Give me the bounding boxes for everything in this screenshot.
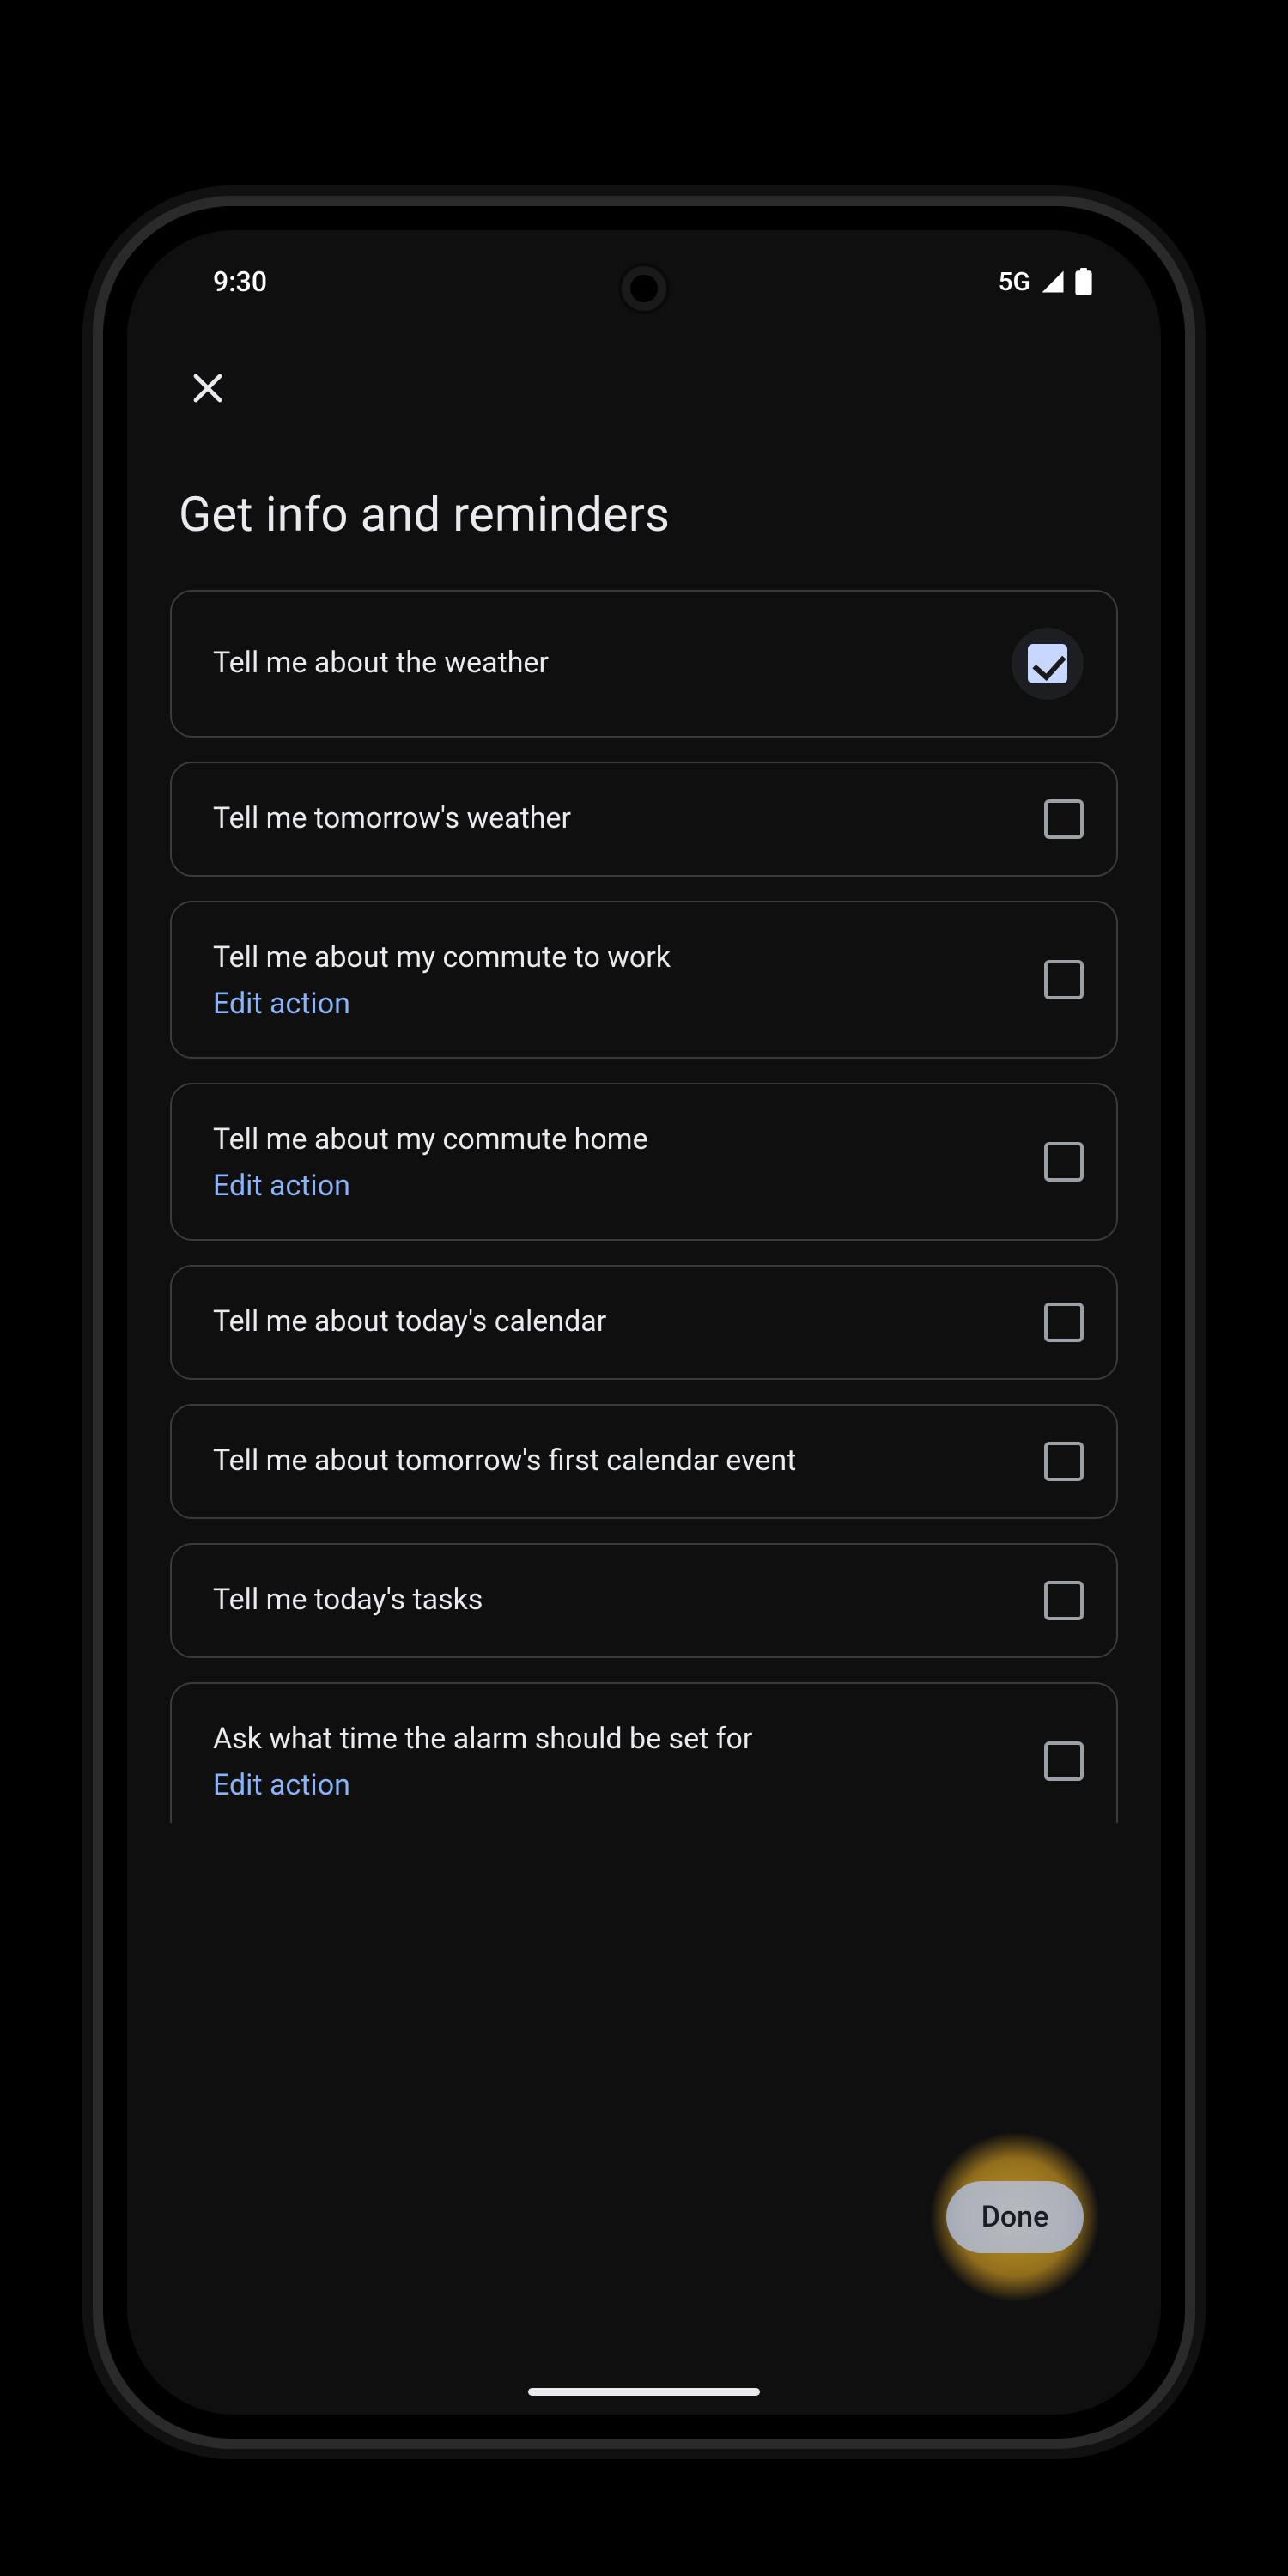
- options-list: Tell me about the weather Tell me tomorr…: [170, 590, 1118, 1823]
- signal-icon: [1039, 269, 1066, 295]
- network-label: 5G: [999, 267, 1031, 297]
- option-card-commute-work[interactable]: Tell me about my commute to work Edit ac…: [170, 901, 1118, 1059]
- nav-bar-pill[interactable]: [528, 2388, 760, 2396]
- close-icon: [187, 368, 228, 409]
- checkbox[interactable]: [1044, 799, 1084, 839]
- option-card-tomorrow-calendar[interactable]: Tell me about tomorrow's first calendar …: [170, 1404, 1118, 1519]
- status-time: 9:30: [213, 265, 267, 298]
- done-button-wrap: Done: [929, 2131, 1101, 2303]
- close-button[interactable]: [187, 368, 228, 409]
- option-label: Tell me about today's calendar: [213, 1303, 1018, 1342]
- option-card-tomorrow-weather[interactable]: Tell me tomorrow's weather: [170, 762, 1118, 877]
- content-area: Get info and reminders Tell me about the…: [127, 342, 1161, 2415]
- done-button[interactable]: Done: [946, 2181, 1084, 2253]
- option-card-commute-home[interactable]: Tell me about my commute home Edit actio…: [170, 1083, 1118, 1241]
- battery-icon: [1075, 268, 1092, 295]
- checkbox-halo: [1012, 628, 1084, 700]
- edit-action-link[interactable]: Edit action: [213, 1768, 1018, 1802]
- done-button-label: Done: [981, 2200, 1049, 2234]
- option-card-weather[interactable]: Tell me about the weather: [170, 590, 1118, 738]
- option-card-alarm-time[interactable]: Ask what time the alarm should be set fo…: [170, 1682, 1118, 1823]
- option-card-today-tasks[interactable]: Tell me today's tasks: [170, 1543, 1118, 1658]
- page-title: Get info and reminders: [179, 486, 1118, 543]
- phone-frame: 9:30 5G Get info and reminders Tell me a…: [103, 206, 1185, 2439]
- option-label: Ask what time the alarm should be set fo…: [213, 1720, 1018, 1759]
- option-label: Tell me about my commute to work: [213, 939, 1018, 978]
- stage: 9:30 5G Get info and reminders Tell me a…: [0, 0, 1288, 2576]
- phone-screen: 9:30 5G Get info and reminders Tell me a…: [127, 230, 1161, 2415]
- option-label: Tell me about tomorrow's first calendar …: [213, 1442, 1018, 1481]
- option-label: Tell me about my commute home: [213, 1121, 1018, 1160]
- edit-action-link[interactable]: Edit action: [213, 1169, 1018, 1203]
- checkbox[interactable]: [1044, 1303, 1084, 1342]
- checkbox[interactable]: [1044, 1741, 1084, 1781]
- option-label: Tell me about the weather: [213, 644, 986, 683]
- option-label: Tell me today's tasks: [213, 1581, 1018, 1620]
- checkbox[interactable]: [1044, 1142, 1084, 1182]
- checkbox[interactable]: [1044, 1442, 1084, 1481]
- edit-action-link[interactable]: Edit action: [213, 987, 1018, 1021]
- checkbox[interactable]: [1028, 644, 1067, 683]
- option-card-today-calendar[interactable]: Tell me about today's calendar: [170, 1265, 1118, 1380]
- status-bar: 9:30 5G: [127, 230, 1161, 333]
- checkbox[interactable]: [1044, 960, 1084, 999]
- option-label: Tell me tomorrow's weather: [213, 799, 1018, 839]
- status-right: 5G: [999, 267, 1093, 297]
- checkbox[interactable]: [1044, 1581, 1084, 1620]
